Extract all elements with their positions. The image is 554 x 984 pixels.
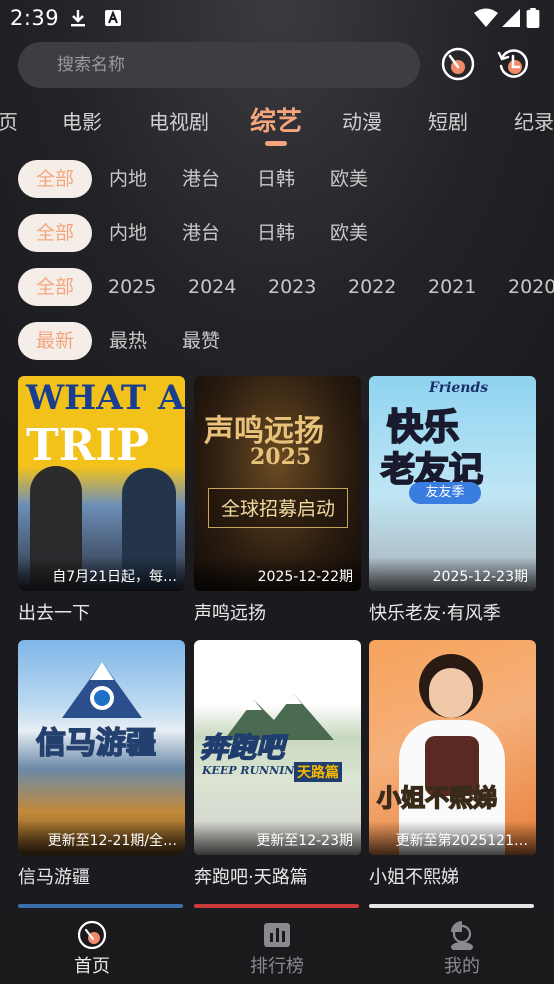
poster-image: 信马游疆 更新至12-21期/全…	[18, 640, 185, 855]
filter-chip[interactable]: 港台	[182, 214, 220, 252]
poster-title: 信马游疆	[18, 867, 90, 888]
download-icon	[71, 10, 85, 27]
filter-chip[interactable]: 2024	[188, 268, 236, 306]
poster-image: 小姐不熙娣 更新至第2025121…	[369, 640, 536, 855]
tab-documentary[interactable]: 纪录	[514, 106, 554, 135]
nav-label: 排行榜	[250, 956, 304, 977]
poster-caption: 2025-12-22期	[194, 557, 361, 591]
poster-title: 奔跑吧·天路篇	[194, 867, 308, 888]
poster-card[interactable]: 奔跑吧 KEEP RUNNING 天路篇 更新至12-23期 奔跑吧·天路篇	[194, 640, 361, 889]
poster-caption: 更新至12-23期	[194, 821, 361, 855]
filter-chip[interactable]: 内地	[109, 214, 147, 252]
filter-chip[interactable]: 最赞	[182, 322, 220, 360]
filter-row-region: 全部 内地 港台 日韩 欧美	[0, 160, 554, 200]
poster-title: 快乐老友·有风季	[369, 603, 501, 624]
poster-card[interactable]: 声鸣远扬 2025 全球招募启动 2025-12-22期 声鸣远扬	[194, 376, 361, 625]
filter-row-year: 全部 2025 2024 2023 2022 2021 2020	[0, 268, 554, 308]
poster-card[interactable]: 信马游疆 更新至12-21期/全… 信马游疆	[18, 640, 185, 889]
poster-title: 声鸣远扬	[194, 603, 266, 624]
poster-card-peek	[194, 904, 359, 908]
filter-chip[interactable]: 欧美	[330, 214, 368, 252]
wifi-icon	[474, 8, 498, 27]
poster-art-text: KEEP RUNNING	[202, 764, 304, 777]
filter-chip[interactable]: 全部	[18, 268, 92, 306]
filter-chip[interactable]: 全部	[18, 160, 92, 198]
poster-title: 小姐不熙娣	[369, 867, 459, 888]
nav-ranking[interactable]: 排行榜	[232, 920, 322, 978]
filter-chip[interactable]: 欧美	[330, 160, 368, 198]
bottom-nav: 首页 排行榜 我的	[0, 912, 554, 984]
tab-variety[interactable]: 综艺	[250, 101, 302, 138]
poster-art-text: 信马游疆	[35, 725, 157, 762]
signal-icon	[502, 9, 520, 27]
mountain-graphic	[62, 662, 142, 718]
search-placeholder: 搜索名称	[57, 55, 125, 75]
poster-art-text: 小姐不熙娣	[376, 782, 498, 813]
poster-banner: 全球招募启动	[208, 488, 348, 528]
filter-chip[interactable]: 日韩	[257, 214, 295, 252]
tab-movies[interactable]: 电影	[62, 106, 102, 135]
poster-badge: 友友季	[409, 482, 481, 504]
poster-card[interactable]: WHAT A TRIP 自7月21日起，每… 出去一下	[18, 376, 185, 625]
tab-short-drama[interactable]: 短剧	[428, 106, 468, 135]
poster-caption: 自7月21日起，每…	[18, 557, 185, 591]
status-bar: 2:39	[0, 0, 554, 38]
home-icon	[77, 920, 107, 950]
filter-chip[interactable]: 2020	[508, 268, 554, 306]
poster-card-peek	[18, 904, 183, 908]
filter-chip[interactable]: 2021	[428, 268, 476, 306]
filter-chip[interactable]: 2025	[108, 268, 156, 306]
history-icon[interactable]	[440, 46, 476, 82]
filter-chip[interactable]: 最热	[109, 322, 147, 360]
poster-image: 奔跑吧 KEEP RUNNING 天路篇 更新至12-23期	[194, 640, 361, 855]
filter-row-sort: 最新 最热 最赞	[0, 322, 554, 362]
filter-chip[interactable]: 最新	[18, 322, 92, 360]
battery-icon	[526, 8, 540, 28]
nav-profile[interactable]: 我的	[417, 920, 507, 978]
nav-label: 首页	[74, 956, 110, 977]
poster-image: 声鸣远扬 2025 全球招募启动 2025-12-22期	[194, 376, 361, 591]
poster-art-text: 天路篇	[294, 762, 342, 782]
profile-icon	[451, 921, 473, 950]
active-tab-indicator	[265, 141, 287, 146]
filter-chip[interactable]: 港台	[182, 160, 220, 198]
poster-art-text: Friends	[429, 380, 489, 396]
poster-card[interactable]: Friends 快乐 老友记 友友季 2025-12-23期 快乐老友·有风季	[369, 376, 536, 625]
status-time: 2:39	[10, 6, 60, 30]
poster-caption: 更新至第2025121…	[369, 821, 536, 855]
poster-caption: 2025-12-23期	[369, 557, 536, 591]
poster-art-text: WHAT A	[26, 378, 185, 418]
filter-row-region-2: 全部 内地 港台 日韩 欧美	[0, 214, 554, 254]
filter-chip[interactable]: 内地	[109, 160, 147, 198]
filter-chip[interactable]: 全部	[18, 214, 92, 252]
tab-anime[interactable]: 动漫	[342, 106, 382, 135]
person-face	[429, 668, 473, 718]
poster-title: 出去一下	[18, 603, 90, 624]
ranking-icon	[264, 923, 290, 947]
poster-art-text: 2025	[250, 444, 312, 470]
nav-home[interactable]: 首页	[47, 920, 137, 978]
tab-home[interactable]: 页	[0, 106, 18, 135]
app-notification-icon	[105, 10, 121, 26]
filter-chip[interactable]: 日韩	[257, 160, 295, 198]
poster-art-text: TRIP	[26, 420, 149, 471]
filter-chip[interactable]: 2023	[268, 268, 316, 306]
refresh-icon[interactable]	[495, 46, 531, 82]
tab-tv-series[interactable]: 电视剧	[149, 106, 209, 135]
poster-art-text: 奔跑吧	[199, 730, 285, 765]
search-input[interactable]: 搜索名称	[18, 42, 420, 88]
poster-image: WHAT A TRIP 自7月21日起，每…	[18, 376, 185, 591]
category-tabs: 页 电影 电视剧 综艺 动漫 短剧 纪录	[0, 96, 554, 152]
nav-label: 我的	[444, 956, 480, 977]
filter-chip[interactable]: 2022	[348, 268, 396, 306]
poster-caption: 更新至12-21期/全…	[18, 821, 185, 855]
poster-image: Friends 快乐 老友记 友友季 2025-12-23期	[369, 376, 536, 591]
poster-card[interactable]: 小姐不熙娣 更新至第2025121… 小姐不熙娣	[369, 640, 536, 889]
poster-card-peek	[369, 904, 534, 908]
